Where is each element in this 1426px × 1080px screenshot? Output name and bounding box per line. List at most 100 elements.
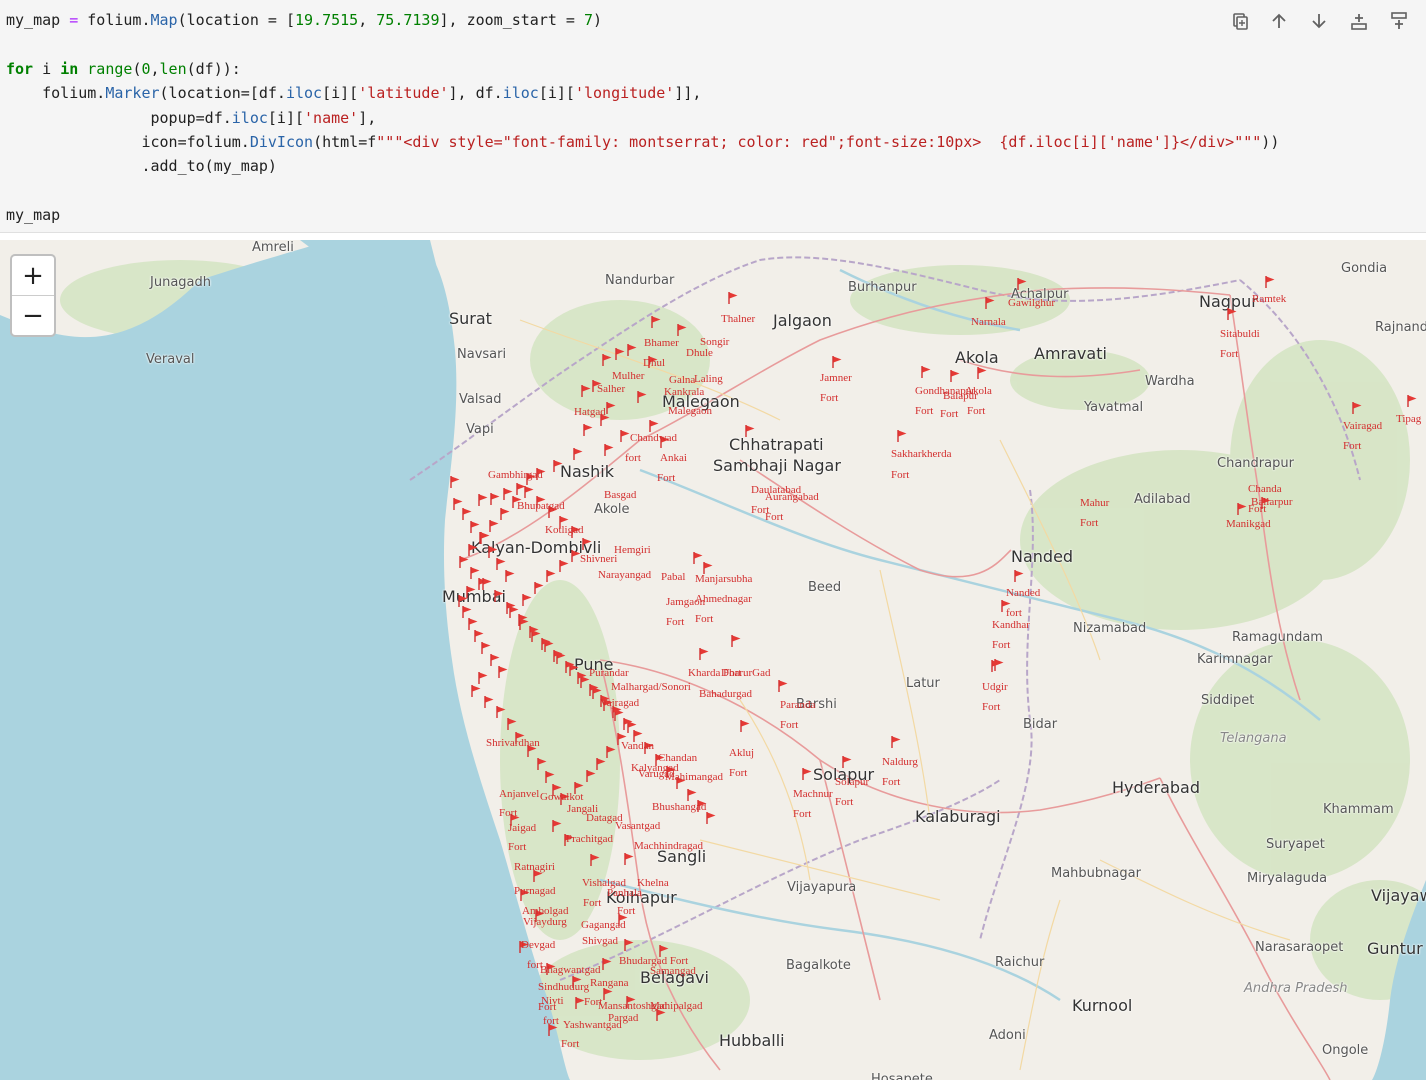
fort-marker[interactable]: Manjarsubha bbox=[695, 573, 752, 585]
fort-marker[interactable]: Panhala bbox=[607, 887, 642, 899]
fort-marker[interactable]: fort bbox=[527, 959, 543, 971]
fort-marker[interactable]: Sitabuldi bbox=[1220, 328, 1260, 340]
fort-marker[interactable]: Akola bbox=[965, 385, 992, 397]
fort-marker-flag[interactable] bbox=[921, 366, 931, 379]
fort-marker-flag[interactable] bbox=[468, 544, 478, 557]
fort-marker[interactable]: Samangad bbox=[650, 965, 696, 977]
fort-marker[interactable]: Chanda bbox=[1248, 483, 1282, 495]
fort-marker-flag[interactable] bbox=[606, 746, 616, 759]
fort-marker-flag[interactable] bbox=[500, 508, 510, 521]
fort-marker-flag[interactable] bbox=[615, 348, 625, 361]
fort-marker[interactable]: Gagangad bbox=[581, 919, 626, 931]
fort-marker-flag[interactable] bbox=[529, 626, 539, 639]
fort-marker-flag[interactable] bbox=[484, 696, 494, 709]
fort-marker[interactable]: Vandan bbox=[621, 740, 654, 752]
fort-marker-flag[interactable] bbox=[522, 594, 532, 607]
fort-marker[interactable]: Chandwad bbox=[630, 432, 677, 444]
fort-marker-flag[interactable] bbox=[546, 570, 556, 583]
fort-marker-flag[interactable] bbox=[891, 736, 901, 749]
fort-marker[interactable]: Fort bbox=[820, 392, 838, 404]
fort-marker[interactable]: Tipag bbox=[1396, 413, 1421, 425]
fort-marker[interactable]: Fort bbox=[729, 767, 747, 779]
fort-marker-flag[interactable] bbox=[545, 771, 555, 784]
fort-marker[interactable]: Ratnagiri bbox=[514, 861, 555, 873]
fort-marker[interactable]: Fort bbox=[583, 897, 601, 909]
fort-marker-flag[interactable] bbox=[565, 661, 575, 674]
fort-marker-flag[interactable] bbox=[589, 684, 599, 697]
fort-marker[interactable]: Dhul bbox=[643, 357, 665, 369]
fort-marker-flag[interactable] bbox=[1407, 395, 1417, 408]
fort-marker-flag[interactable] bbox=[1014, 570, 1024, 583]
fort-marker-flag[interactable] bbox=[559, 560, 569, 573]
fort-marker[interactable]: Vijaydurg bbox=[523, 916, 567, 928]
fort-marker[interactable]: Fort bbox=[982, 701, 1000, 713]
fort-marker[interactable]: Basgad bbox=[604, 489, 636, 501]
fort-marker-flag[interactable] bbox=[1237, 503, 1247, 516]
fort-marker[interactable]: Aurangabad bbox=[765, 491, 819, 503]
fort-marker[interactable]: Malegaon bbox=[668, 405, 712, 417]
fort-marker[interactable]: Kandhar bbox=[992, 619, 1030, 631]
fort-marker[interactable]: Vasantgad bbox=[615, 820, 660, 832]
insert-above-button[interactable] bbox=[1382, 8, 1416, 34]
fort-marker[interactable]: Sindhudurg bbox=[538, 981, 589, 993]
fort-marker[interactable]: Machnur bbox=[793, 788, 833, 800]
fort-marker[interactable]: Mahipalgad bbox=[650, 1000, 703, 1012]
fort-marker-flag[interactable] bbox=[583, 424, 593, 437]
fort-marker[interactable]: Gowalkot bbox=[540, 791, 583, 803]
fort-marker-flag[interactable] bbox=[651, 316, 661, 329]
fort-marker[interactable]: Devgad bbox=[521, 939, 555, 951]
fort-marker[interactable]: Hatgad bbox=[574, 406, 606, 418]
fort-marker-flag[interactable] bbox=[637, 391, 647, 404]
zoom-in-button[interactable]: + bbox=[12, 256, 54, 295]
fort-marker[interactable]: Ankai bbox=[660, 452, 687, 464]
fort-marker[interactable]: Bhushangad bbox=[652, 801, 706, 813]
fort-marker-flag[interactable] bbox=[518, 614, 528, 627]
fort-marker[interactable]: Fort bbox=[1080, 517, 1098, 529]
fort-marker-flag[interactable] bbox=[1227, 308, 1237, 321]
fort-marker[interactable]: Fort bbox=[967, 405, 985, 417]
code-cell[interactable]: my_map = folium.Map(location = [19.7515,… bbox=[0, 0, 1426, 233]
fort-marker[interactable]: Fort bbox=[499, 807, 517, 819]
fort-marker[interactable]: Fort bbox=[882, 776, 900, 788]
fort-marker-flag[interactable] bbox=[802, 768, 812, 781]
fort-marker-flag[interactable] bbox=[842, 756, 852, 769]
fort-marker-flag[interactable] bbox=[627, 344, 637, 357]
fort-marker[interactable]: Jamgaon bbox=[666, 596, 705, 608]
move-down-button[interactable] bbox=[1302, 8, 1336, 34]
fort-marker[interactable]: Fort bbox=[940, 408, 958, 420]
fort-marker[interactable]: Anjanvel bbox=[499, 788, 539, 800]
fort-marker[interactable]: Fort bbox=[891, 469, 909, 481]
fort-marker[interactable]: Kotligad bbox=[545, 524, 584, 536]
fort-marker-flag[interactable] bbox=[459, 556, 469, 569]
fort-marker-flag[interactable] bbox=[604, 444, 614, 457]
fort-marker-flag[interactable] bbox=[1017, 278, 1027, 291]
fort-marker[interactable]: Gawilghur bbox=[1008, 297, 1055, 309]
fort-marker[interactable]: fort bbox=[543, 1015, 559, 1027]
fort-marker-flag[interactable] bbox=[494, 590, 504, 603]
fort-marker-flag[interactable] bbox=[541, 638, 551, 651]
fort-marker-flag[interactable] bbox=[745, 425, 755, 438]
fort-marker-flag[interactable] bbox=[596, 758, 606, 771]
fort-marker-flag[interactable] bbox=[553, 650, 563, 663]
fort-marker-flag[interactable] bbox=[706, 812, 716, 825]
fort-marker[interactable]: Fort bbox=[657, 472, 675, 484]
fort-marker-flag[interactable] bbox=[478, 672, 488, 685]
fort-marker-flag[interactable] bbox=[693, 552, 703, 565]
fort-marker-flag[interactable] bbox=[505, 570, 515, 583]
fort-marker[interactable]: fort bbox=[1006, 607, 1022, 619]
fort-marker[interactable]: Fort bbox=[1343, 440, 1361, 452]
fort-marker[interactable]: Udgir bbox=[982, 681, 1008, 693]
fort-marker-flag[interactable] bbox=[624, 853, 634, 866]
fort-marker[interactable]: Narayangad bbox=[598, 569, 651, 581]
fort-marker[interactable]: Kankrala bbox=[664, 386, 704, 398]
fort-marker-flag[interactable] bbox=[470, 567, 480, 580]
fort-marker[interactable]: Fort bbox=[695, 613, 713, 625]
fort-marker[interactable]: Dhule bbox=[686, 347, 713, 359]
fort-marker[interactable]: Fort bbox=[915, 405, 933, 417]
code-editor[interactable]: my_map = folium.Map(location = [19.7515,… bbox=[6, 8, 1279, 228]
fort-marker[interactable]: Manikgad bbox=[1226, 518, 1271, 530]
fort-marker-flag[interactable] bbox=[479, 532, 489, 545]
fort-marker[interactable]: Shivgad bbox=[582, 935, 618, 947]
folium-map[interactable]: Junagadh Amreli Veraval Surat Navsari Valsad V… bbox=[0, 240, 1426, 1080]
fort-marker[interactable]: Hemgiri bbox=[614, 544, 651, 556]
